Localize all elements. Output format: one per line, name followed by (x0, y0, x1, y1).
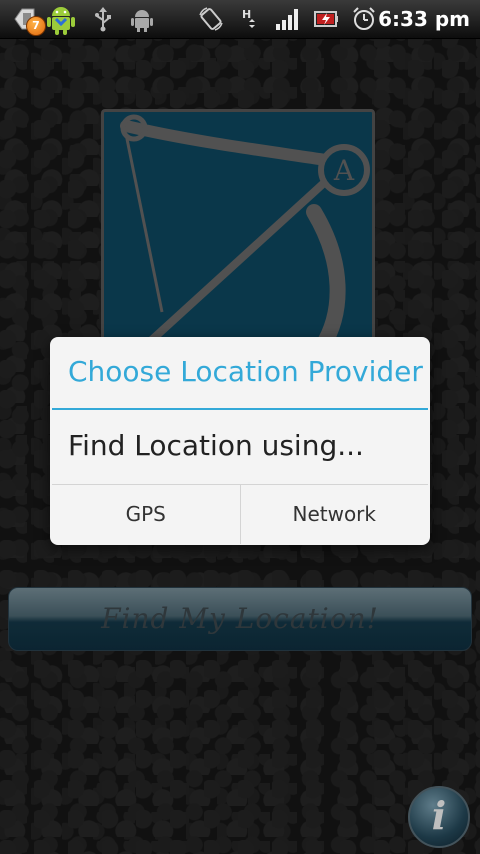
android-debug-icon (47, 7, 75, 35)
usb-icon (95, 7, 111, 32)
dialog-title: Choose Location Provider (68, 355, 423, 388)
status-clock: 6:33 pm (378, 7, 470, 31)
status-bar: 7 H 6:33 pm (0, 0, 480, 39)
dialog-message: Find Location using... (68, 429, 364, 462)
battery-charging-icon (314, 11, 338, 27)
dialog-title-divider (52, 408, 428, 410)
svg-text:H: H (242, 8, 251, 21)
notification-count-badge: 7 (26, 16, 46, 36)
app-screen: 7 H 6:33 pm A Find My Location! i Choose… (0, 0, 480, 854)
gps-button[interactable]: GPS (52, 485, 240, 544)
network-button[interactable]: Network (239, 485, 429, 544)
hspa-icon: H (242, 8, 255, 28)
location-provider-dialog: Choose Location Provider Find Location u… (50, 337, 430, 545)
dialog-button-bar: GPS Network (52, 484, 428, 544)
rotate-icon (199, 7, 223, 31)
signal-icon (276, 9, 298, 30)
android-icon (131, 10, 153, 32)
alarm-icon (353, 7, 375, 30)
